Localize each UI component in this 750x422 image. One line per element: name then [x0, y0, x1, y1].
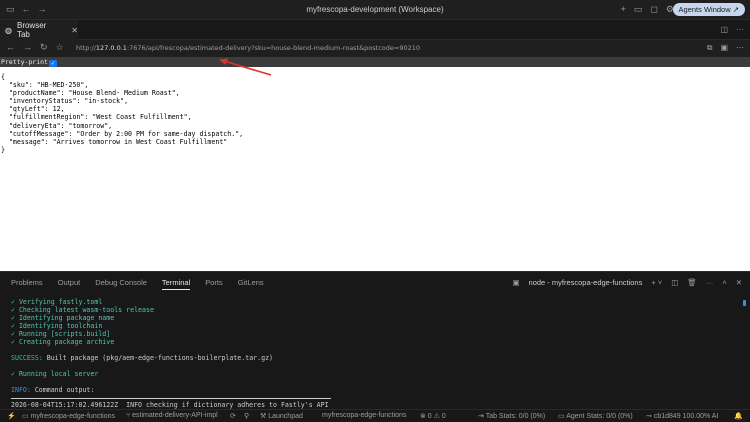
json-line: "inventoryStatus": "in-stock",	[1, 97, 129, 106]
json-line: {	[1, 73, 5, 81]
bell-icon[interactable]: 🔔	[734, 412, 743, 420]
status-workspace[interactable]: myfrescopa-edge-functions	[322, 412, 406, 419]
status-agent-stats[interactable]: ▭ Agent Stats: 0/0 (0%)	[558, 412, 633, 420]
screenshot-icon[interactable]: ⧉	[707, 43, 713, 53]
bottom-panel: Problems Output Debug Console Terminal P…	[0, 271, 750, 409]
status-project[interactable]: ▭ myfrescopa-edge-functions	[22, 412, 115, 420]
add-icon[interactable]: +	[621, 4, 626, 15]
agents-window-button[interactable]: Agents Window ↗	[672, 3, 745, 16]
trash-icon[interactable]: 🗑	[687, 278, 697, 287]
status-commit[interactable]: ⊸ cb1d849 100.00% AI	[646, 412, 718, 420]
json-line: "productName": "House Blend- Medium Roas…	[1, 89, 180, 98]
nav-back-icon[interactable]: ←	[6, 42, 15, 53]
folder-icon: ▭	[22, 413, 31, 420]
terminal-scrollbar[interactable]	[743, 300, 746, 306]
terminal-icon: ▣	[512, 278, 520, 287]
reload-icon[interactable]: ↻	[40, 42, 48, 53]
split-terminal-icon[interactable]: ◫	[671, 278, 678, 287]
sync-icon[interactable]: ⟳	[230, 412, 236, 420]
terminal-line: ✓ Creating package archive	[11, 338, 115, 346]
tab-stats-icon: ⇥	[478, 413, 486, 420]
info-text: Command output:	[30, 386, 95, 394]
status-problems[interactable]: ⊗ 0 ⚠ 0	[420, 412, 446, 420]
pretty-print-label: Pretty-print	[1, 58, 48, 66]
panel-tab-output[interactable]: Output	[58, 278, 81, 290]
json-line: "deliveryEta": "tomorrow",	[1, 121, 113, 130]
success-text: Built package (pkg/aem-edge-functions-bo…	[42, 354, 274, 362]
status-launchpad[interactable]: ⚒ Launchpad	[260, 412, 303, 420]
chat-icon[interactable]: ◻	[650, 4, 657, 15]
close-icon[interactable]: ✕	[71, 26, 78, 35]
panel-tab-debug-console[interactable]: Debug Console	[95, 278, 147, 290]
url-input[interactable]: http://127.0.0.1:7676/api/frescopa/estim…	[76, 44, 420, 52]
graph-icon[interactable]: ⚲	[244, 412, 249, 420]
address-bar: ← → ↻ ☆ http://127.0.0.1:7676/api/fresco…	[0, 40, 750, 57]
page-content: { "sku": "HB-MED-250", "productName": "H…	[0, 67, 750, 271]
agent-icon: ▭	[558, 413, 567, 420]
terminal-line: ✓ Running local server	[11, 370, 99, 378]
panel-tab-gitlens[interactable]: GitLens	[238, 278, 264, 290]
maximize-icon[interactable]: ˄	[722, 278, 726, 287]
star-icon[interactable]: ☆	[56, 42, 64, 53]
devtools-icon[interactable]: ▣	[720, 43, 728, 53]
close-panel-icon[interactable]: ✕	[736, 278, 742, 287]
more-actions-icon[interactable]: ···	[706, 278, 714, 287]
tab-browser[interactable]: ◍ Browser Tab ✕	[0, 20, 78, 40]
divider	[11, 398, 331, 399]
menu-icon[interactable]: ⋯	[736, 43, 744, 53]
json-line: "fulfillmentRegion": "West Coast Fulfill…	[1, 113, 192, 122]
status-branch[interactable]: ⑂ estimated-delivery-API-impl	[126, 412, 218, 419]
remote-icon[interactable]: ⚡	[7, 412, 16, 420]
tab-label: Browser Tab	[16, 21, 47, 39]
terminal-line: ✓ Identifying package name	[11, 314, 115, 322]
pretty-print-bar: Pretty-print ✓	[0, 57, 750, 68]
rocket-icon: ⚒	[260, 413, 269, 420]
tab-bar: ◍ Browser Tab ✕ ◫ ···	[0, 20, 750, 40]
nav-forward-icon[interactable]: →	[23, 42, 32, 53]
terminal-line: ✓ Verifying fastly.toml	[11, 298, 103, 306]
new-terminal-icon[interactable]: + ˅	[651, 278, 662, 287]
terminal-name[interactable]: node - myfrescopa-edge-functions	[529, 278, 643, 287]
globe-icon: ◍	[5, 25, 12, 35]
terminal-line: ✓ Checking latest wasm-tools release	[11, 306, 154, 314]
split-editor-icon[interactable]: ◫	[720, 25, 728, 34]
panel-tab-terminal[interactable]: Terminal	[161, 278, 191, 290]
json-body: { "sku": "HB-MED-250", "productName": "H…	[1, 73, 243, 154]
panel-tab-ports[interactable]: Ports	[205, 278, 223, 290]
terminal-output[interactable]: ✓ Verifying fastly.toml ✓ Checking latest…	[11, 298, 273, 394]
panel-tab-problems[interactable]: Problems	[11, 278, 43, 290]
json-line: "qtyLeft": 12,	[1, 105, 65, 114]
status-bar: ⚡ ▭ myfrescopa-edge-functions ⑂ estimate…	[0, 409, 750, 422]
json-line: "sku": "HB-MED-250",	[1, 81, 89, 90]
info-label: INFO:	[11, 386, 31, 394]
title-bar: ▭ ← → myfrescopa-development (Workspace)…	[0, 0, 750, 20]
more-icon[interactable]: ···	[736, 25, 744, 34]
status-tab-stats[interactable]: ⇥ Tab Stats: 0/0 (0%)	[478, 412, 545, 420]
terminal-last-line: 2026-08-04T15:17:02.496122Z INFO checkin…	[11, 401, 329, 409]
json-line: "message": "Arrives tomorrow in West Coa…	[1, 137, 228, 146]
json-line: }	[1, 145, 5, 154]
json-line: "cutoffMessage": "Order by 2:00 PM for s…	[1, 129, 244, 138]
terminal-line: ✓ Running [scripts.build]	[11, 330, 111, 338]
commit-icon: ⊸	[646, 413, 654, 420]
success-label: SUCCESS:	[11, 354, 43, 362]
layout-icon[interactable]: ▭	[634, 4, 643, 15]
terminal-line: ✓ Identifying toolchain	[11, 322, 103, 330]
